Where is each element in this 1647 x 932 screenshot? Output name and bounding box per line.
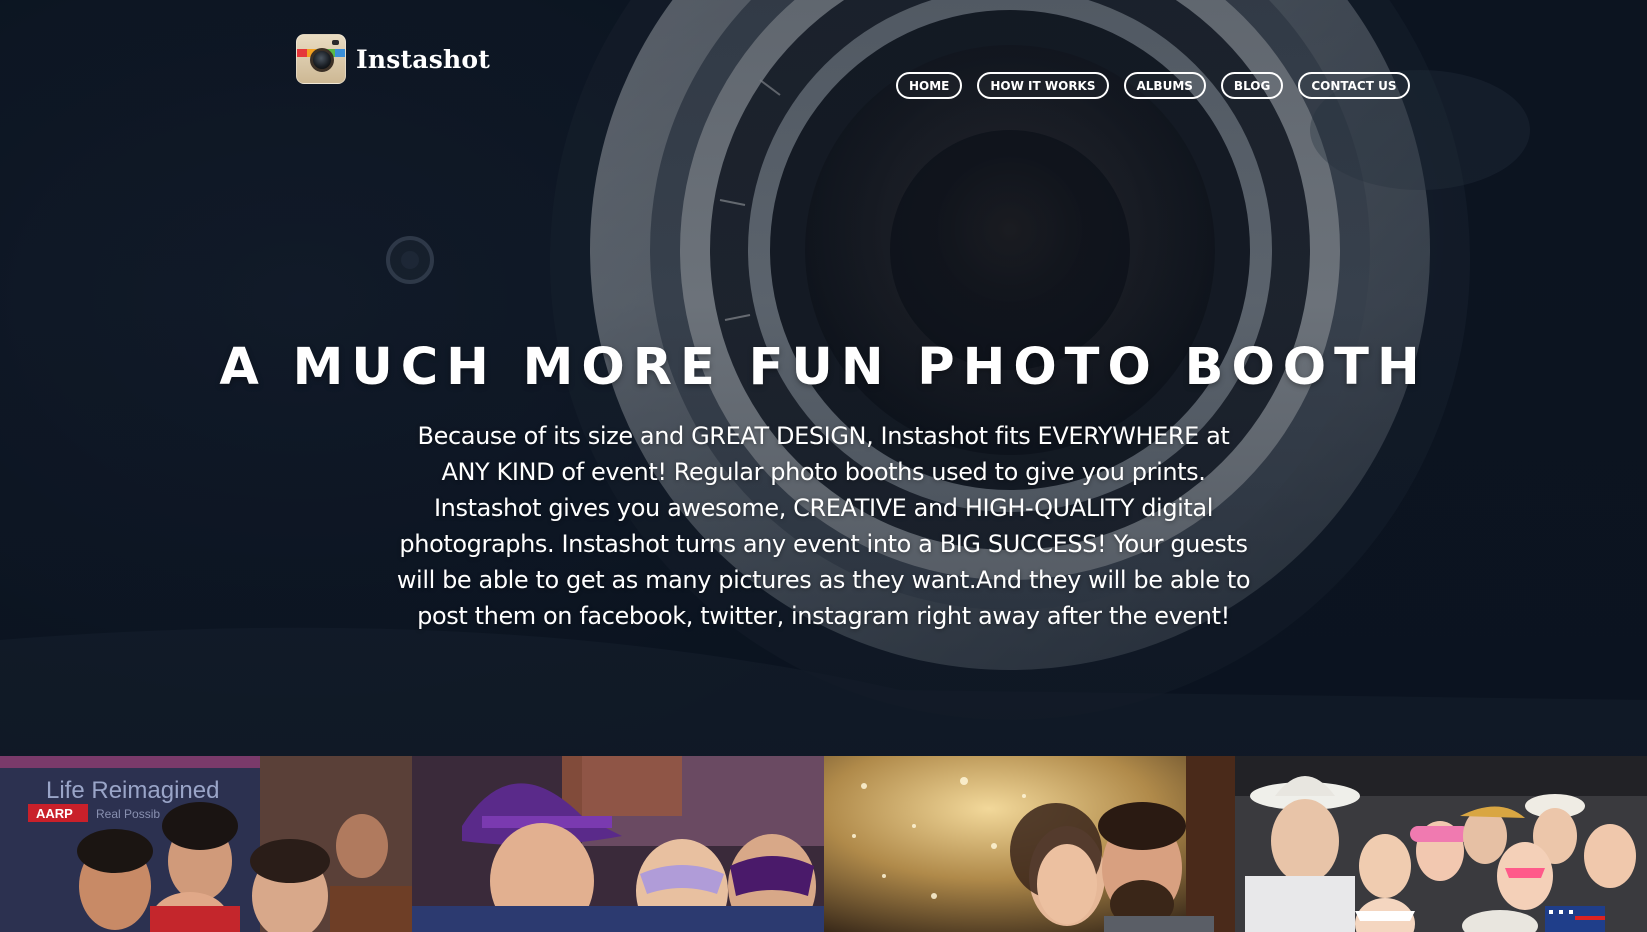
hero-section: Instashot HOME HOW IT WORKS ALBUMS BLOG … (0, 0, 1647, 756)
page: Instashot HOME HOW IT WORKS ALBUMS BLOG … (0, 0, 1647, 932)
nav-blog[interactable]: BLOG (1220, 72, 1284, 99)
main-nav: HOME HOW IT WORKS ALBUMS BLOG CONTACT US (896, 72, 1410, 99)
gallery-photo-props[interactable] (1235, 756, 1647, 932)
photo-gallery: Life Reimagined AARP Real Possib (0, 756, 1647, 932)
banner-brand: AARP (36, 806, 73, 821)
camera-app-icon (296, 34, 346, 84)
hero-intro-text: Because of its size and GREAT DESIGN, In… (396, 422, 1251, 630)
nav-how-it-works[interactable]: HOW IT WORKS (977, 72, 1109, 99)
banner-sub: Real Possib (96, 807, 160, 821)
gallery-photo-masquerade[interactable] (411, 756, 824, 932)
banner-text: Life Reimagined (46, 777, 219, 804)
nav-home[interactable]: HOME (896, 72, 963, 99)
gallery-photo-group-banner[interactable]: Life Reimagined AARP Real Possib (0, 756, 412, 932)
group-props-photo-image (1235, 756, 1647, 932)
brand-logo[interactable]: Instashot (296, 34, 490, 84)
masquerade-photo-image (411, 756, 824, 932)
nav-albums[interactable]: ALBUMS (1123, 72, 1206, 99)
nav-contact-us[interactable]: CONTACT US (1298, 72, 1410, 99)
hero-headline: A MUCH MORE FUN PHOTO BOOTH (219, 338, 1428, 397)
couple-photo-image (823, 756, 1236, 932)
brand-name: Instashot (356, 44, 490, 74)
group-photo-image: Life Reimagined AARP Real Possib (0, 756, 412, 932)
gallery-photo-couple[interactable] (823, 756, 1236, 932)
